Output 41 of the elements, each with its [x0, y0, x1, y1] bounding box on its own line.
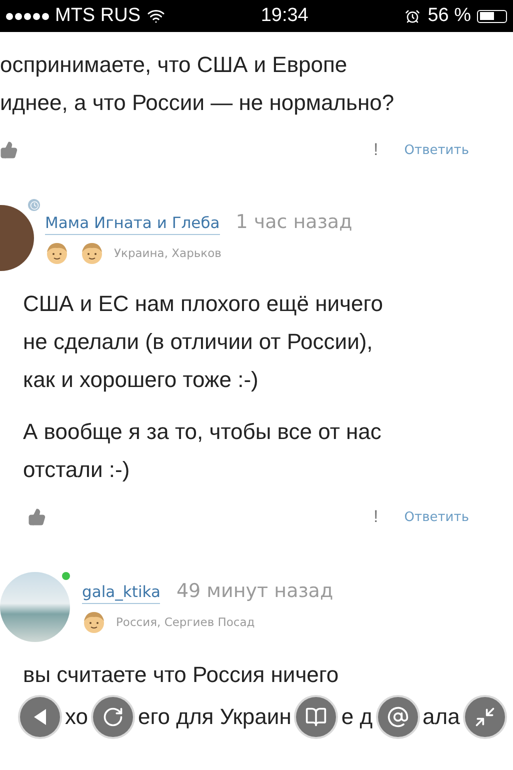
comment-text-line: отстали :-)	[23, 456, 131, 484]
battery-percent: 56 %	[428, 5, 472, 27]
user-location: Украина, Харьков	[114, 246, 222, 260]
comment-text-fragment: его для Украин	[138, 704, 292, 730]
comment-text-line: не сделали (в отличии от России),	[23, 328, 374, 356]
carrier-name: MTS RUS	[55, 5, 140, 27]
comment-text-fragment: хо	[65, 704, 88, 730]
comment-text-fragment: е д	[341, 704, 373, 730]
alarm-icon	[404, 8, 420, 24]
post-time: 1 час назад	[236, 211, 352, 233]
comment-text-line: оспринимаете, что США и Европе	[0, 51, 348, 79]
at-sign-icon	[386, 706, 409, 728]
comment-text-line: как и хорошего тоже :-)	[23, 366, 260, 394]
back-button[interactable]	[18, 695, 62, 739]
comment-text-line: иднее, а что России — не нормально?	[0, 89, 396, 117]
signal-icon	[6, 12, 49, 20]
comment-text-line: вы считаете что Россия ничего	[23, 661, 340, 689]
mention-button[interactable]	[376, 695, 420, 739]
report-mark[interactable]: !	[374, 507, 378, 527]
post-time: 49 минут назад	[176, 580, 334, 602]
thumbs-up-icon[interactable]	[0, 141, 18, 159]
refresh-icon	[102, 706, 124, 728]
book-icon	[305, 706, 328, 728]
battery-icon	[477, 10, 508, 22]
thumbs-up-icon[interactable]	[28, 508, 46, 526]
comment-text-fragment: ала	[422, 704, 460, 730]
reply-link[interactable]: Ответить	[404, 510, 469, 524]
author-link[interactable]: gala_ktika	[82, 583, 160, 604]
report-mark[interactable]: !	[374, 140, 378, 160]
wifi-icon	[146, 7, 164, 25]
back-triangle-icon	[32, 708, 48, 726]
shrink-arrows-icon	[474, 706, 496, 728]
minimize-button[interactable]	[462, 695, 507, 739]
user-location: Россия, Сергиев Посад	[116, 615, 255, 629]
comment-text-line: А вообще я за то, чтобы все от нас	[23, 418, 382, 446]
author-link[interactable]: Мама Игната и Глеба	[45, 214, 220, 235]
refresh-button[interactable]	[91, 695, 135, 739]
book-button[interactable]	[294, 695, 338, 739]
clock-time: 19:34	[260, 5, 308, 27]
comment-text-line: США и ЕС нам плохого ещё ничего	[23, 290, 384, 318]
reply-link[interactable]: Ответить	[404, 142, 469, 158]
